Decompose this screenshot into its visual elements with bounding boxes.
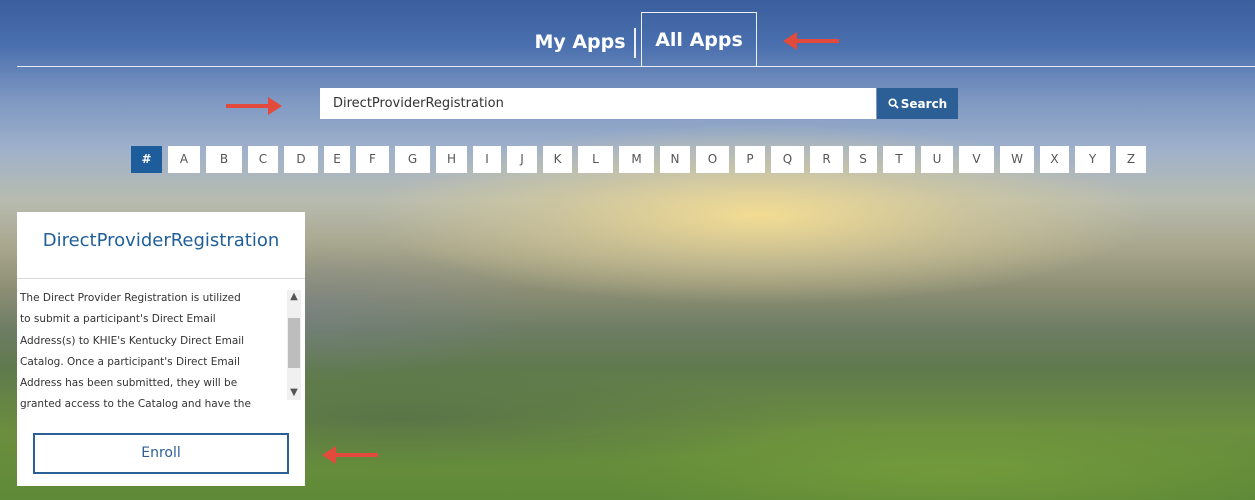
app-card: DirectProviderRegistration The Direct Pr… [17, 212, 305, 486]
search-icon [888, 98, 899, 109]
description-line: Catalog. Once a participant's Direct Ema… [20, 355, 240, 368]
search-button-label: Search [900, 96, 948, 111]
scroll-down-chevron-icon[interactable]: ▼ [287, 386, 301, 400]
letter-filter-b[interactable]: B [206, 146, 242, 173]
letter-filter-m[interactable]: M [619, 146, 654, 173]
description-line: to submit a participant's Direct Email [20, 313, 216, 326]
letter-filter-k[interactable]: K [543, 146, 572, 173]
letter-filter-p[interactable]: P [735, 146, 765, 173]
letter-filter-o[interactable]: O [696, 146, 729, 173]
search-button[interactable]: Search [877, 88, 958, 119]
annotation-arrow-left-icon [783, 32, 839, 50]
scrollbar-thumb[interactable] [288, 318, 300, 368]
letter-filter-j[interactable]: J [507, 146, 537, 173]
letter-filter-f[interactable]: F [356, 146, 389, 173]
letter-filter-n[interactable]: N [660, 146, 690, 173]
letter-filter-l[interactable]: L [578, 146, 613, 173]
letter-filter-s[interactable]: S [849, 146, 877, 173]
letter-filter-hash[interactable]: # [131, 146, 162, 173]
search-input[interactable]: DirectProviderRegistration [320, 88, 876, 119]
letter-filter-t[interactable]: T [883, 146, 915, 173]
scroll-up-chevron-icon[interactable]: ▲ [287, 290, 301, 304]
description-line: Address has been submitted, they will be [20, 377, 238, 390]
nav-underline [17, 66, 1255, 67]
letter-filter-e[interactable]: E [324, 146, 350, 173]
app-card-title: DirectProviderRegistration [17, 212, 305, 279]
tab-my-apps[interactable]: My Apps [526, 14, 634, 66]
annotation-arrow-left-icon [322, 446, 378, 464]
letter-filter-y[interactable]: Y [1075, 146, 1110, 173]
letter-filter-z[interactable]: Z [1116, 146, 1146, 173]
letter-filter-w[interactable]: W [1000, 146, 1034, 173]
tab-divider [634, 28, 636, 58]
letter-filter-v[interactable]: V [959, 146, 994, 173]
letter-filter-c[interactable]: C [248, 146, 278, 173]
letter-filter-r[interactable]: R [810, 146, 843, 173]
top-nav: My Apps All Apps [0, 12, 1255, 67]
letter-filter-u[interactable]: U [921, 146, 953, 173]
letter-filter-d[interactable]: D [284, 146, 318, 173]
tab-all-apps[interactable]: All Apps [641, 12, 757, 67]
letter-filter-h[interactable]: H [436, 146, 467, 173]
description-line: The Direct Provider Registration is util… [20, 292, 241, 304]
description-scrollbar[interactable]: ▲ ▼ [287, 290, 301, 400]
letter-filter-x[interactable]: X [1040, 146, 1069, 173]
annotation-arrow-right-icon [226, 97, 282, 115]
letter-filter-q[interactable]: Q [771, 146, 804, 173]
description-line: Address(s) to KHIE's Kentucky Direct Ema… [20, 334, 245, 347]
letter-filter-i[interactable]: I [473, 146, 501, 173]
app-card-description: The Direct Provider Registration is util… [17, 282, 287, 427]
description-line: granted access to the Catalog and have t… [20, 398, 251, 411]
letter-filter-g[interactable]: G [395, 146, 430, 173]
letter-filter-a[interactable]: A [168, 146, 200, 173]
enroll-button[interactable]: Enroll [33, 433, 289, 474]
